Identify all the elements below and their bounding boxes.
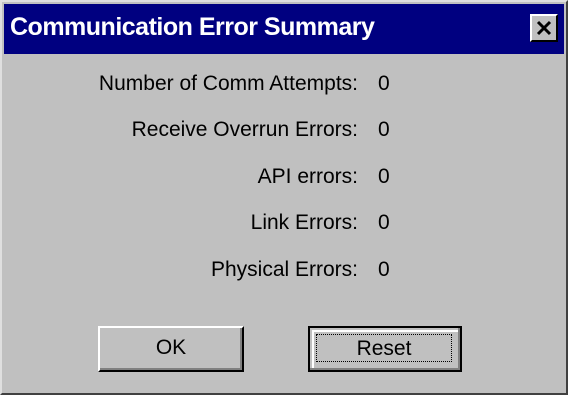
close-button[interactable] <box>530 14 558 42</box>
dialog-title: Communication Error Summary <box>10 13 375 41</box>
stat-value: 0 <box>378 118 390 141</box>
stat-value: 0 <box>378 72 390 95</box>
stat-value: 0 <box>378 258 390 281</box>
stat-row-receive-overrun: Receive Overrun Errors: 0 <box>2 118 568 150</box>
ok-button-label: OK <box>155 336 187 359</box>
reset-button[interactable]: Reset <box>308 326 462 372</box>
stat-value: 0 <box>378 211 390 234</box>
stat-value: 0 <box>378 165 390 188</box>
stat-row-link-errors: Link Errors: 0 <box>2 211 568 243</box>
stat-label: Number of Comm Attempts: <box>98 72 358 95</box>
stat-label: Physical Errors: <box>210 258 358 281</box>
stat-label: API errors: <box>257 165 358 188</box>
reset-button-focus-ring: Reset <box>316 334 452 362</box>
close-icon <box>536 20 552 36</box>
stat-row-physical-errors: Physical Errors: 0 <box>2 258 568 290</box>
communication-error-summary-dialog: Communication Error Summary Number of Co… <box>0 0 568 395</box>
ok-button[interactable]: OK <box>98 326 244 372</box>
stat-label: Receive Overrun Errors: <box>131 118 358 141</box>
stat-row-comm-attempts: Number of Comm Attempts: 0 <box>2 72 568 104</box>
title-bar[interactable]: Communication Error Summary <box>4 4 564 54</box>
reset-button-label: Reset <box>356 337 412 360</box>
stat-row-api-errors: API errors: 0 <box>2 165 568 197</box>
stat-label: Link Errors: <box>250 211 358 234</box>
